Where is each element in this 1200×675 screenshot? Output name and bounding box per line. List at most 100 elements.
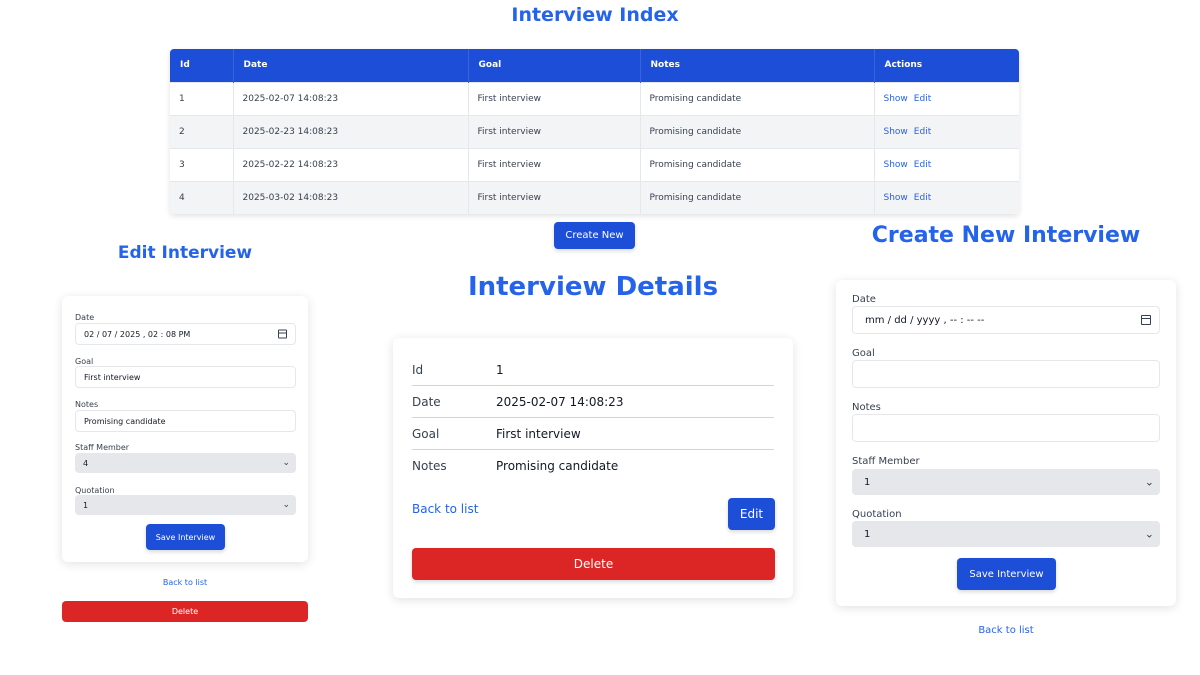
- create-new-button[interactable]: Create New: [554, 222, 635, 249]
- column-header-id: Id: [170, 49, 234, 82]
- cell-id: 2: [170, 114, 234, 148]
- detail-row-notes: Notes Promising candidate: [412, 450, 774, 482]
- chevron-down-icon: ⌄: [1144, 527, 1154, 541]
- detail-row-date: Date 2025-02-07 14:08:23: [412, 386, 774, 418]
- detail-key: Id: [412, 362, 424, 377]
- cell-notes: Promising candidate: [640, 81, 875, 115]
- delete-button[interactable]: Delete: [62, 601, 308, 622]
- show-link[interactable]: Show: [884, 94, 908, 104]
- cell-id: 3: [170, 147, 234, 181]
- edit-link[interactable]: Edit: [914, 193, 931, 203]
- quotation-value: 1: [83, 500, 89, 510]
- cell-actions: Show Edit: [874, 180, 1019, 214]
- notes-value: Promising candidate: [84, 416, 166, 426]
- column-header-actions: Actions: [884, 60, 923, 71]
- cell-date: 2025-02-07 14:08:23: [233, 81, 469, 115]
- details-title: Interview Details: [467, 272, 719, 302]
- cell-actions: Show Edit: [874, 114, 1019, 148]
- cell-date: 2025-02-23 14:08:23: [233, 114, 469, 148]
- show-link[interactable]: Show: [884, 193, 908, 203]
- chevron-down-icon: ⌄: [1144, 475, 1154, 489]
- table-row: 2 2025-02-23 14:08:23 First interview Pr…: [170, 114, 1019, 148]
- quotation-label: Quotation: [75, 486, 115, 495]
- notes-input[interactable]: [852, 414, 1160, 442]
- show-link[interactable]: Show: [884, 160, 908, 170]
- staff-member-label: Staff Member: [852, 456, 920, 467]
- back-to-list-link[interactable]: Back to list: [412, 502, 478, 516]
- calendar-icon[interactable]: [1141, 315, 1151, 325]
- staff-member-label: Staff Member: [75, 443, 130, 452]
- detail-value: Promising candidate: [496, 459, 619, 473]
- detail-key: Goal: [412, 426, 440, 441]
- column-header-notes: Notes: [640, 49, 875, 82]
- cell-date: 2025-02-22 14:08:23: [233, 147, 469, 181]
- goal-input[interactable]: First interview: [75, 366, 296, 388]
- goal-value: First interview: [84, 372, 141, 382]
- staff-member-value: 1: [864, 476, 871, 488]
- table-row: 4 2025-03-02 14:08:23 First interview Pr…: [170, 180, 1019, 214]
- column-header-goal: Goal: [468, 49, 641, 82]
- edit-link[interactable]: Edit: [914, 94, 931, 104]
- edit-link[interactable]: Edit: [914, 160, 931, 170]
- chevron-down-icon: ⌄: [282, 458, 290, 468]
- quotation-value: 1: [864, 528, 871, 540]
- interview-details-card: Id 1 Date 2025-02-07 14:08:23 Goal First…: [393, 338, 793, 598]
- calendar-icon[interactable]: [278, 329, 287, 339]
- cell-id: 1: [170, 81, 234, 115]
- quotation-select[interactable]: 1 ⌄: [852, 521, 1160, 547]
- detail-row-id: Id 1: [412, 354, 774, 386]
- cell-goal: First interview: [468, 114, 641, 148]
- chevron-down-icon: ⌄: [282, 500, 290, 510]
- save-interview-button[interactable]: Save Interview: [957, 558, 1056, 590]
- date-value: 02 / 07 / 2025 , 02 : 08 PM: [84, 329, 191, 339]
- edit-button[interactable]: Edit: [728, 498, 775, 530]
- notes-input[interactable]: Promising candidate: [75, 410, 296, 432]
- goal-label: Goal: [75, 357, 94, 366]
- detail-value: 2025-02-07 14:08:23: [496, 394, 624, 409]
- delete-button[interactable]: Delete: [412, 548, 775, 580]
- cell-goal: First interview: [468, 180, 641, 214]
- cell-notes: Promising candidate: [640, 180, 875, 214]
- create-title: Create New Interview: [871, 223, 1141, 248]
- edit-link[interactable]: Edit: [914, 127, 931, 137]
- detail-value: First interview: [496, 426, 581, 441]
- notes-label: Notes: [852, 402, 881, 413]
- date-input[interactable]: mm / dd / yyyy , -- : -- --: [852, 306, 1160, 334]
- table-row: 1 2025-02-07 14:08:23 First interview Pr…: [170, 81, 1019, 115]
- notes-label: Notes: [75, 400, 99, 409]
- cell-actions: Show Edit: [874, 81, 1019, 115]
- detail-value: 1: [496, 362, 504, 377]
- edit-interview-form: Date 02 / 07 / 2025 , 02 : 08 PM Goal Fi…: [62, 296, 308, 562]
- column-header-date: Date: [233, 49, 469, 82]
- quotation-select[interactable]: 1 ⌄: [75, 495, 296, 515]
- staff-member-value: 4: [83, 458, 89, 468]
- table-row: 3 2025-02-22 14:08:23 First interview Pr…: [170, 147, 1019, 181]
- goal-label: Goal: [852, 348, 875, 359]
- create-interview-form: Date mm / dd / yyyy , -- : -- -- Goal No…: [836, 280, 1176, 606]
- date-label: Date: [852, 294, 876, 305]
- staff-member-select[interactable]: 4 ⌄: [75, 453, 296, 473]
- date-placeholder: mm / dd / yyyy , -- : -- --: [865, 314, 985, 326]
- save-interview-button[interactable]: Save Interview: [146, 524, 225, 550]
- cell-goal: First interview: [468, 81, 641, 115]
- interview-table: Id Date Goal Notes Actions 1 2025-02-07 …: [170, 49, 1019, 214]
- cell-date: 2025-03-02 14:08:23: [233, 180, 469, 214]
- date-label: Date: [75, 313, 95, 322]
- back-to-list-link[interactable]: Back to list: [836, 625, 1176, 636]
- table-header-row: Id Date Goal Notes Actions: [170, 49, 1019, 82]
- goal-input[interactable]: [852, 360, 1160, 388]
- staff-member-select[interactable]: 1 ⌄: [852, 469, 1160, 495]
- show-link[interactable]: Show: [884, 127, 908, 137]
- back-to-list-link[interactable]: Back to list: [62, 578, 308, 587]
- detail-key: Notes: [412, 459, 447, 473]
- cell-actions: Show Edit: [874, 147, 1019, 181]
- cell-notes: Promising candidate: [640, 114, 875, 148]
- detail-key: Date: [412, 394, 441, 409]
- cell-id: 4: [170, 180, 234, 214]
- quotation-label: Quotation: [852, 509, 902, 520]
- date-input[interactable]: 02 / 07 / 2025 , 02 : 08 PM: [75, 323, 296, 345]
- index-title: Interview Index: [511, 4, 679, 26]
- cell-notes: Promising candidate: [640, 147, 875, 181]
- edit-title: Edit Interview: [117, 243, 253, 263]
- detail-row-goal: Goal First interview: [412, 418, 774, 450]
